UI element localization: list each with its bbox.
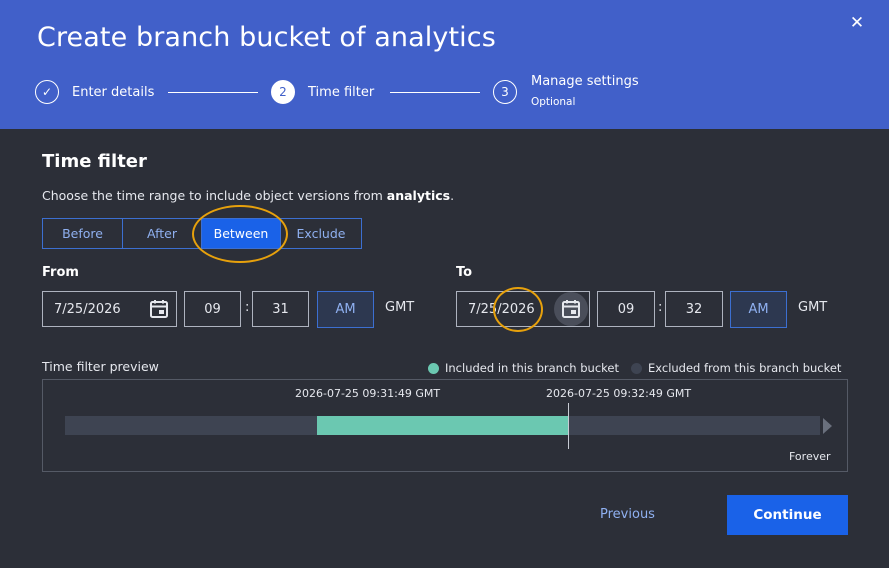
preview-title: Time filter preview [42,359,159,374]
from-minute-input[interactable]: 31 [252,291,309,327]
to-label: To [456,265,473,280]
step-connector [390,92,480,93]
timeline-end-marker [568,403,569,449]
to-timezone: GMT [798,300,828,315]
mode-exclude-button[interactable]: Exclude [281,219,361,248]
step-time-filter: 2 Time filter [271,80,374,104]
description-text: Choose the time range to include object … [42,188,387,203]
step-label: Time filter [308,84,375,100]
check-icon: ✓ [35,80,59,104]
from-timezone: GMT [385,300,415,315]
included-dot-icon [428,362,439,374]
legend-excluded: Excluded from this branch bucket [631,361,841,375]
to-minute-value: 32 [685,301,703,317]
excluded-dot-icon [631,362,642,374]
timeline-included-range [317,416,568,435]
to-hour-input[interactable]: 09 [597,291,655,327]
modal-title: Create branch bucket of analytics [37,22,496,53]
step-connector [168,92,258,93]
to-hour-value: 09 [617,301,635,317]
timeline-arrow-icon [823,418,832,434]
section-title: Time filter [42,151,147,172]
section-description: Choose the time range to include object … [42,188,454,203]
continue-button[interactable]: Continue [727,495,848,535]
bucket-name: analytics [386,188,451,203]
time-filter-mode-selector: Before After Between Exclude [42,218,362,249]
modal-header: Create branch bucket of analytics ✕ ✓ En… [0,0,889,129]
description-suffix: . [450,188,455,203]
legend-included-label: Included in this branch bucket [445,361,619,375]
close-icon[interactable]: ✕ [847,13,867,33]
step-label: Enter details [72,84,155,100]
to-ampm-toggle[interactable]: AM [730,291,787,328]
to-date-value: 7/25/2026 [468,301,535,317]
timeline-end-label: 2026-07-25 09:32:49 GMT [546,387,692,400]
mode-between-button[interactable]: Between [202,219,281,248]
step-label: Manage settings [531,74,639,89]
step-enter-details: ✓ Enter details [35,80,154,104]
from-date-value: 7/25/2026 [54,301,121,317]
calendar-icon[interactable] [560,299,582,319]
from-minute-value: 31 [272,301,289,317]
mode-before-button[interactable]: Before [43,219,123,248]
time-separator: : [245,300,250,315]
timeline-start-label: 2026-07-25 09:31:49 GMT [295,387,441,400]
legend-excluded-label: Excluded from this branch bucket [648,361,842,375]
legend-included: Included in this branch bucket [428,361,619,375]
to-minute-input[interactable]: 32 [665,291,723,327]
mode-after-button[interactable]: After [123,219,202,248]
step-manage-settings: 3 [493,80,517,104]
step-number: 2 [271,80,295,104]
time-separator: : [658,300,663,315]
from-hour-input[interactable]: 09 [184,291,241,327]
step-number: 3 [493,80,517,104]
from-label: From [42,265,79,280]
from-hour-value: 09 [204,301,221,317]
previous-button[interactable]: Previous [580,507,675,522]
step-sublabel: Optional [531,96,576,108]
from-ampm-toggle[interactable]: AM [317,291,374,328]
timeline-forever-label: Forever [789,450,831,463]
calendar-icon[interactable] [148,299,170,319]
